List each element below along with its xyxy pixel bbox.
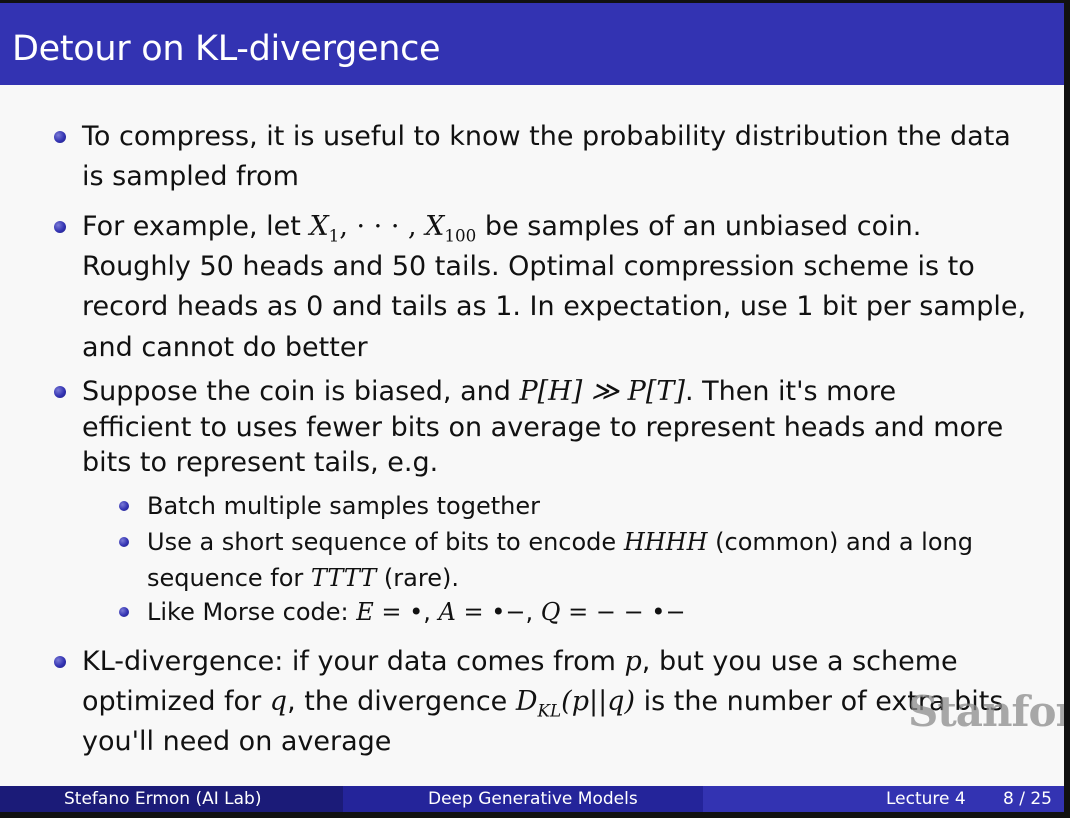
- math-variable: X: [425, 211, 445, 242]
- slide-title: Detour on KL-divergence: [12, 29, 441, 69]
- bullet-4-line-3: you'll need on average: [82, 726, 392, 757]
- text-run: KL-divergence: if your data comes from: [82, 646, 625, 677]
- footer-page-number: 8 / 25: [1003, 789, 1052, 809]
- subbullet-1: Batch multiple samples together: [147, 492, 540, 520]
- morse-a: A = •−: [438, 598, 526, 626]
- bullet-2-line-3: record heads as 0 and tails as 1. In exp…: [82, 291, 1027, 322]
- subbullet-dot: [119, 607, 129, 617]
- bullet-2-line-1: For example, let X1, · · · , X100 be sam…: [82, 211, 922, 246]
- math-expression: (p||q): [561, 686, 635, 717]
- text-run: ,: [423, 598, 439, 626]
- text-run: (common) and a long: [707, 528, 973, 556]
- text-run: ,: [525, 598, 541, 626]
- math-subscript: KL: [537, 700, 562, 721]
- bullet-2-line-2: Roughly 50 heads and 50 tails. Optimal c…: [82, 251, 975, 282]
- bullet-1-line-2: is sampled from: [82, 161, 299, 192]
- bullet-3-line-3: bits to represent tails, e.g.: [82, 447, 439, 478]
- text-run: (rare).: [376, 564, 459, 592]
- bottom-frame-edge: [0, 812, 1070, 818]
- bullet-dot: [54, 386, 66, 398]
- morse-e: E = •: [356, 598, 424, 626]
- subbullet-2-line-2: sequence for TTTT (rare).: [147, 564, 459, 592]
- footer-course-segment: Deep Generative Models: [343, 786, 703, 812]
- bullet-3-line-2: efficient to uses fewer bits on average …: [82, 412, 1004, 443]
- math-variable: p: [624, 646, 642, 677]
- bullet-3-line-1: Suppose the coin is biased, and P[H] ≫ P…: [82, 377, 896, 407]
- bullet-dot: [54, 656, 66, 668]
- footer-author-segment: Stefano Ermon (AI Lab): [0, 786, 343, 812]
- stanford-watermark: Stanfor: [908, 687, 1070, 736]
- subbullet-dot: [119, 537, 129, 547]
- bullet-1-line-1: To compress, it is useful to know the pr…: [82, 121, 1011, 152]
- bullet-2-line-4: and cannot do better: [82, 332, 368, 363]
- math-subscript: 100: [444, 225, 477, 246]
- subbullet-2-line-1: Use a short sequence of bits to encode H…: [147, 528, 973, 556]
- footer-course: Deep Generative Models: [428, 789, 638, 809]
- text-run: Like Morse code:: [147, 598, 357, 626]
- math-inequality: P[H] ≫ P[T]: [519, 376, 685, 407]
- text-run: , but you use a scheme: [641, 646, 958, 677]
- footer-author: Stefano Ermon (AI Lab): [64, 789, 262, 809]
- right-frame-edge: [1064, 0, 1070, 818]
- slide-footer: Stefano Ermon (AI Lab) Deep Generative M…: [0, 786, 1064, 812]
- math-dots: , · · · ,: [339, 211, 426, 242]
- math-sequence: TTTT: [310, 564, 377, 592]
- subbullet-3: Like Morse code: E = •, A = •−, Q = − − …: [147, 598, 686, 626]
- morse-q: Q = − − •−: [540, 598, 686, 626]
- text-run: . Then it's more: [684, 376, 897, 407]
- footer-lecture: Lecture 4: [886, 789, 966, 809]
- math-sequence: HHHH: [623, 528, 708, 556]
- footer-lecture-segment: Lecture 4 8 / 25: [703, 786, 1064, 812]
- math-variable: q: [269, 686, 288, 717]
- bullet-4-line-1: KL-divergence: if your data comes from p…: [82, 647, 958, 677]
- text-run: be samples of an unbiased coin.: [476, 211, 922, 242]
- slide-title-bar: Detour on KL-divergence: [0, 3, 1064, 85]
- text-run: For example, let: [82, 211, 310, 242]
- text-run: Use a short sequence of bits to encode: [147, 528, 624, 556]
- subbullet-dot: [119, 501, 129, 511]
- bullet-dot: [54, 131, 66, 143]
- text-run: sequence for: [147, 564, 311, 592]
- math-subscript: 1: [328, 225, 340, 246]
- text-run: optimized for: [82, 686, 270, 717]
- math-variable: D: [515, 686, 538, 717]
- bullet-4-line-2: optimized for q, the divergence DKL(p||q…: [82, 686, 1003, 721]
- bullet-dot: [54, 221, 66, 233]
- math-variable: X: [309, 211, 329, 242]
- text-run: , the divergence: [287, 686, 516, 717]
- text-run: Suppose the coin is biased, and: [82, 376, 520, 407]
